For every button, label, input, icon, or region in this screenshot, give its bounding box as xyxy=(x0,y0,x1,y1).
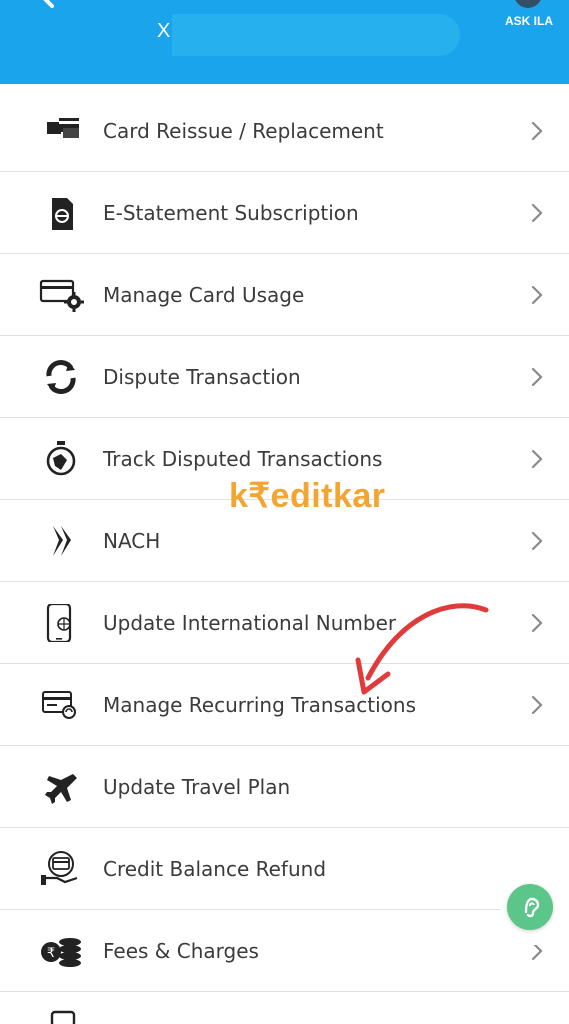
chevron-right-icon xyxy=(531,695,543,715)
menu-item-label: E-Statement Subscription xyxy=(103,201,359,225)
chevron-right-icon xyxy=(531,285,543,305)
card-reissue-icon xyxy=(47,118,79,138)
back-arrow-icon[interactable] xyxy=(22,0,72,34)
menu-item-dispute-transaction[interactable]: Dispute Transaction xyxy=(0,336,569,418)
ask-ila-label: ASK ILA xyxy=(505,14,553,28)
e-statement-icon xyxy=(52,198,73,230)
close-button[interactable]: X xyxy=(157,20,170,43)
menu-item-label: Manage Card Usage xyxy=(103,283,305,307)
dispute-icon xyxy=(46,360,76,394)
nach-icon xyxy=(53,526,71,556)
coins-icon: ₹ xyxy=(41,938,81,967)
bottom-overlay xyxy=(404,994,569,1024)
chevron-right-icon xyxy=(531,203,543,223)
phone-globe-icon xyxy=(46,604,72,642)
chevron-right-icon xyxy=(531,367,543,387)
service-menu-list: Card Reissue / Replacement E-Statement S… xyxy=(0,90,569,992)
ask-ila-button[interactable]: ASK ILA xyxy=(496,0,562,30)
menu-item-label: NACH xyxy=(103,529,161,553)
stopwatch-icon xyxy=(46,441,76,476)
menu-item-label: Fees & Charges xyxy=(103,939,259,963)
menu-item-label: Dispute Transaction xyxy=(103,365,301,389)
menu-item-label: Update Travel Plan xyxy=(103,775,291,799)
svg-text:₹: ₹ xyxy=(47,946,55,961)
airplane-icon xyxy=(45,774,77,804)
partial-menu-icon xyxy=(50,1010,76,1024)
refund-icon xyxy=(41,851,78,885)
menu-item-label: Card Reissue / Replacement xyxy=(103,119,384,143)
menu-item-label: Credit Balance Refund xyxy=(103,857,327,881)
menu-item-fees-charges[interactable]: ₹ Fees & Charges xyxy=(0,910,569,992)
menu-item-update-travel-plan[interactable]: Update Travel Plan xyxy=(0,746,569,828)
masked-title xyxy=(172,14,460,56)
chevron-right-icon xyxy=(531,613,543,633)
chevron-right-icon xyxy=(531,531,543,551)
chevron-right-icon xyxy=(531,121,543,141)
ask-ila-avatar-icon xyxy=(514,0,542,8)
watermark-logo: k₹editkar xyxy=(229,477,386,515)
menu-item-card-reissue[interactable]: Card Reissue / Replacement xyxy=(0,90,569,172)
menu-item-e-statement[interactable]: E-Statement Subscription xyxy=(0,172,569,254)
menu-item-credit-balance-refund[interactable]: Credit Balance Refund xyxy=(0,828,569,910)
card-settings-icon xyxy=(39,279,84,312)
voice-assistant-button[interactable] xyxy=(507,884,553,930)
top-app-bar: X ASK ILA xyxy=(0,0,569,84)
annotation-arrow xyxy=(355,603,489,695)
chevron-right-icon xyxy=(531,449,543,469)
ear-icon xyxy=(524,897,540,918)
menu-item-manage-card-usage[interactable]: Manage Card Usage xyxy=(0,254,569,336)
recurring-card-icon xyxy=(42,691,76,719)
